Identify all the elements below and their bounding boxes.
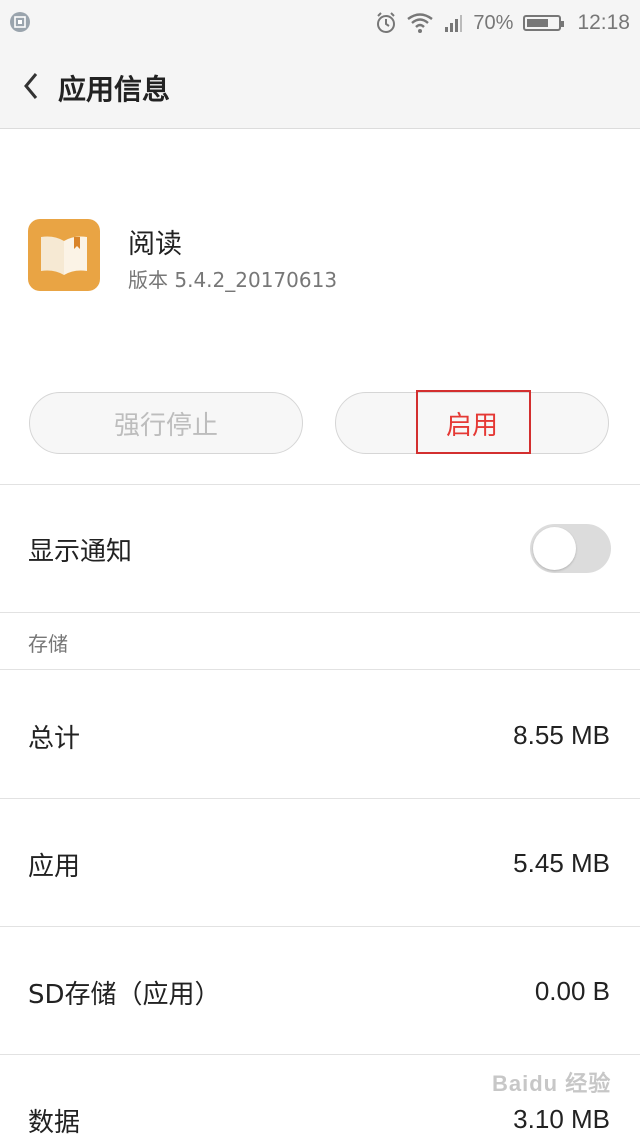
highlight-box bbox=[416, 390, 531, 454]
status-bar: 70% 12:18 bbox=[0, 0, 640, 46]
app-name: 阅读 bbox=[128, 229, 182, 260]
show-notification-label: 显示通知 bbox=[28, 537, 133, 567]
divider bbox=[0, 669, 640, 670]
book-icon bbox=[41, 236, 87, 275]
row-label: 总计 bbox=[28, 724, 81, 754]
battery-icon bbox=[523, 15, 565, 31]
clock: 12:18 bbox=[577, 11, 630, 34]
force-stop-button[interactable]: 强行停止 bbox=[29, 392, 303, 454]
baidu-watermark: Baidu 经验 bbox=[492, 1071, 612, 1096]
row-label: SD存储（应用） bbox=[28, 980, 221, 1010]
divider bbox=[0, 926, 640, 927]
row-value: 0.00 B bbox=[534, 976, 610, 1006]
app-notification-icon bbox=[10, 12, 30, 32]
divider bbox=[0, 484, 640, 485]
toggle-knob bbox=[533, 527, 576, 570]
divider bbox=[0, 1054, 640, 1055]
alarm-icon bbox=[377, 12, 396, 33]
row-value: 3.10 MB bbox=[513, 1104, 610, 1134]
back-button[interactable] bbox=[18, 66, 58, 108]
signal-icon bbox=[445, 15, 463, 32]
page-title: 应用信息 bbox=[58, 73, 171, 106]
divider bbox=[0, 612, 640, 613]
row-value: 8.55 MB bbox=[513, 720, 610, 750]
app-version: 版本 5.4.2_20170613 bbox=[128, 268, 338, 292]
show-notification-toggle[interactable] bbox=[530, 524, 611, 573]
wifi-icon bbox=[407, 13, 434, 33]
storage-section-header: 存储 bbox=[28, 632, 68, 656]
row-label: 数据 bbox=[28, 1108, 81, 1138]
row-label: 应用 bbox=[28, 852, 81, 882]
status-icons: 70% 12:18 bbox=[375, 0, 630, 46]
app-icon bbox=[28, 219, 100, 291]
row-value: 5.45 MB bbox=[513, 848, 610, 878]
force-stop-label: 强行停止 bbox=[113, 410, 218, 441]
battery-percent: 70% bbox=[473, 11, 514, 34]
chevron-left-icon bbox=[24, 73, 38, 99]
divider bbox=[0, 798, 640, 799]
title-bar: 应用信息 bbox=[0, 46, 640, 129]
